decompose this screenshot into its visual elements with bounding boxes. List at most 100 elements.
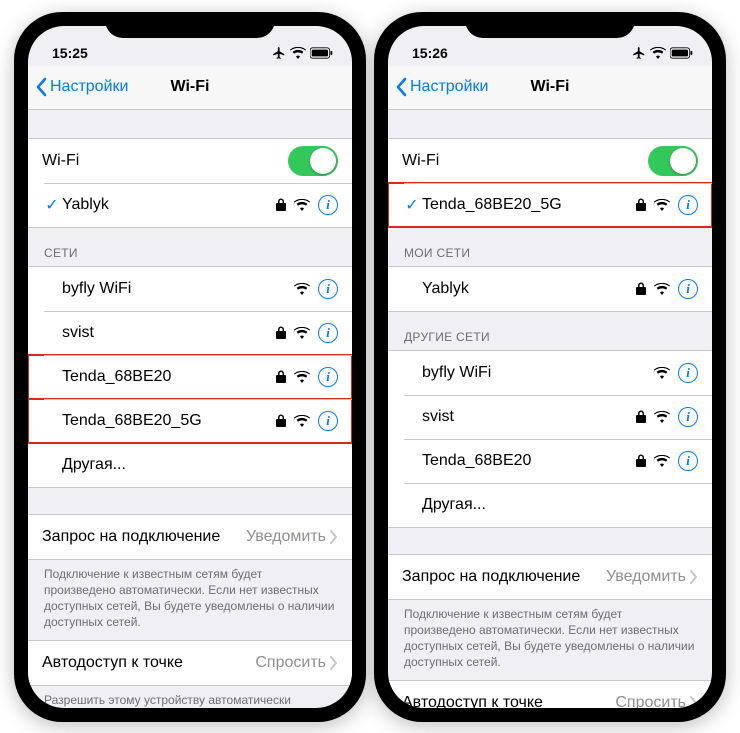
network-row[interactable]: Yablyk i [388, 267, 712, 311]
back-button[interactable]: Настройки [28, 77, 128, 97]
auto-value: Спросить [255, 654, 326, 672]
lock-icon [276, 326, 286, 339]
checkmark-icon: ✓ [42, 195, 62, 215]
network-row[interactable]: Другая... [388, 483, 712, 527]
info-icon[interactable]: i [678, 279, 698, 299]
chevron-right-icon [690, 696, 698, 707]
info-icon[interactable]: i [318, 411, 338, 431]
network-name: byfly WiFi [62, 270, 294, 308]
lock-icon [276, 370, 286, 383]
network-row[interactable]: byfly WiFi i [388, 351, 712, 395]
connected-network-row[interactable]: ✓ Tenda_68BE20_5G i [388, 183, 712, 227]
network-name: svist [62, 314, 276, 352]
lock-icon [636, 454, 646, 467]
wifi-icon [654, 455, 670, 467]
chevron-left-icon [394, 77, 408, 97]
back-button[interactable]: Настройки [388, 77, 488, 97]
network-row[interactable]: Другая... [28, 443, 352, 487]
ask-label: Запрос на подключение [402, 558, 606, 596]
network-row[interactable]: svist i [28, 311, 352, 355]
section-my-networks: МОИ СЕТИ [388, 228, 712, 266]
lock-icon [636, 410, 646, 423]
info-icon[interactable]: i [678, 407, 698, 427]
wifi-icon [650, 47, 666, 59]
network-row[interactable]: Tenda_68BE20 i [388, 439, 712, 483]
status-icons [632, 46, 694, 60]
auto-hotspot-row[interactable]: Автодоступ к точке Спросить [28, 640, 352, 686]
info-icon[interactable]: i [318, 367, 338, 387]
ask-value: Уведомить [246, 528, 326, 546]
battery-icon [670, 47, 694, 59]
network-row[interactable]: byfly WiFi i [28, 267, 352, 311]
nav-bar: Настройки Wi-Fi [388, 66, 712, 110]
network-name: Tenda_68BE20 [62, 358, 276, 396]
info-icon[interactable]: i [678, 451, 698, 471]
ask-to-join-row[interactable]: Запрос на подключение Уведомить [388, 554, 712, 600]
network-row[interactable]: Tenda_68BE20 i [28, 355, 352, 399]
info-icon[interactable]: i [318, 279, 338, 299]
status-bar: 15:26 [388, 26, 712, 66]
my-networks-group: Yablyk i [388, 266, 712, 312]
lock-icon [636, 282, 646, 295]
info-icon[interactable]: i [318, 195, 338, 215]
info-icon[interactable]: i [678, 195, 698, 215]
wifi-toggle-row[interactable]: Wi-Fi [28, 139, 352, 183]
wifi-icon [294, 283, 310, 295]
ask-to-join-row[interactable]: Запрос на подключение Уведомить [28, 514, 352, 560]
wifi-icon [290, 47, 306, 59]
chevron-left-icon [34, 77, 48, 97]
network-name: Tenda_68BE20 [422, 442, 636, 480]
chevron-right-icon [330, 656, 338, 670]
network-row[interactable]: svist i [388, 395, 712, 439]
wifi-toggle-group: Wi-Fi ✓ Tenda_68BE20_5G i [388, 138, 712, 228]
wifi-toggle-row[interactable]: Wi-Fi [388, 139, 712, 183]
wifi-icon [654, 367, 670, 379]
lock-icon [636, 198, 646, 211]
auto-label: Автодоступ к точке [402, 684, 615, 707]
airplane-icon [632, 46, 646, 60]
airplane-icon [272, 46, 286, 60]
connected-network-row[interactable]: ✓ Yablyk i [28, 183, 352, 227]
status-bar: 15:25 [28, 26, 352, 66]
wifi-toggle-group: Wi-Fi ✓ Yablyk i [28, 138, 352, 228]
ask-footer: Подключение к известным сетям будет прои… [28, 560, 352, 641]
battery-icon [310, 47, 334, 59]
info-icon[interactable]: i [678, 363, 698, 383]
network-name: Yablyk [422, 270, 636, 308]
network-name: svist [422, 398, 636, 436]
chevron-right-icon [330, 530, 338, 544]
chevron-right-icon [690, 570, 698, 584]
auto-hotspot-row[interactable]: Автодоступ к точке Спросить [388, 680, 712, 707]
wifi-icon [294, 371, 310, 383]
section-networks: СЕТИ [28, 228, 352, 266]
wifi-toggle[interactable] [288, 146, 338, 176]
status-time: 15:26 [412, 45, 448, 61]
info-icon[interactable]: i [318, 323, 338, 343]
ask-footer: Подключение к известным сетям будет прои… [388, 600, 712, 681]
back-label: Настройки [410, 78, 488, 96]
wifi-icon [654, 411, 670, 423]
network-name: Yablyk [62, 186, 276, 224]
lock-icon [276, 198, 286, 211]
wifi-icon [294, 415, 310, 427]
wifi-icon [294, 327, 310, 339]
phone-right: 15:26 Настройки Wi-Fi Wi-Fi ✓ [374, 12, 726, 722]
ask-value: Уведомить [606, 568, 686, 586]
wifi-toggle[interactable] [648, 146, 698, 176]
network-name: Tenda_68BE20_5G [422, 186, 636, 224]
content[interactable]: Wi-Fi ✓ Tenda_68BE20_5G i МОИ СЕТИ Yably… [388, 110, 712, 708]
status-icons [272, 46, 334, 60]
section-other-networks: ДРУГИЕ СЕТИ [388, 312, 712, 350]
wifi-label: Wi-Fi [42, 142, 288, 180]
checkmark-icon: ✓ [402, 195, 422, 215]
wifi-icon [654, 199, 670, 211]
network-name: byfly WiFi [422, 354, 654, 392]
wifi-icon [294, 199, 310, 211]
lock-icon [276, 414, 286, 427]
status-time: 15:25 [52, 45, 88, 61]
network-row[interactable]: Tenda_68BE20_5Gi [28, 399, 352, 443]
network-name: Другая... [62, 446, 338, 484]
nav-bar: Настройки Wi-Fi [28, 66, 352, 110]
content[interactable]: Wi-Fi ✓ Yablyk i СЕТИ byfly WiFiisvistiT… [28, 110, 352, 708]
network-name: Другая... [422, 486, 698, 524]
